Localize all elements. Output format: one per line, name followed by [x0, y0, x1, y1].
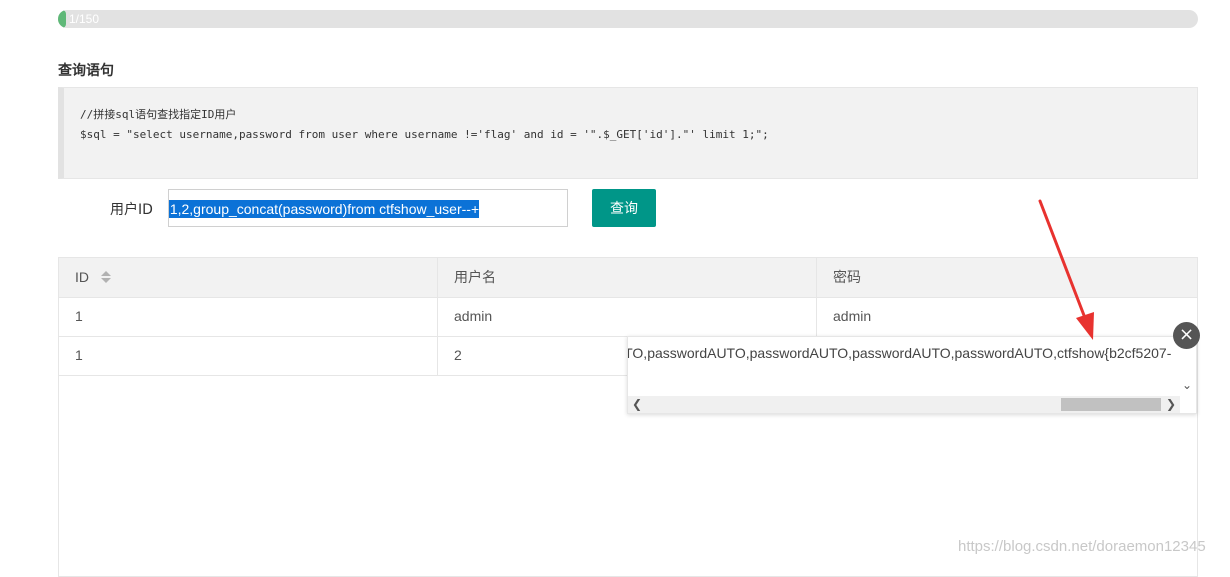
progress-text: 1/150	[69, 12, 100, 26]
table-header: ID 用户名 密码	[59, 258, 1197, 298]
user-id-label: 用户ID	[110, 202, 153, 218]
code-block: //拼接sql语句查找指定ID用户 $sql = "select username…	[58, 87, 1198, 179]
table-cell-id: 1	[59, 336, 438, 375]
watermark: https://blog.csdn.net/doraemon12345	[958, 538, 1206, 555]
user-id-input[interactable]: nion select 1,2,group_concat(password)fr…	[168, 189, 568, 227]
chevron-down-icon[interactable]: ⌄	[1182, 379, 1192, 391]
result-table: ID 用户名 密码 1 admin admin 1 2	[58, 257, 1198, 577]
code-comment-line: //拼接sql语句查找指定ID用户	[80, 108, 237, 121]
column-header-id[interactable]: ID	[59, 258, 438, 297]
table-cell-password: admin	[833, 308, 872, 324]
chevron-right-icon[interactable]: ❯	[1164, 397, 1178, 412]
code-sql-line: $sql = "select username,password from us…	[80, 128, 769, 141]
column-header-label: ID	[75, 269, 89, 285]
progress-bar: 1/150	[58, 10, 1198, 28]
cell-expand-popup: UTO,passwordAUTO,passwordAUTO,passwordAU…	[627, 336, 1197, 414]
table-row: 1 admin admin	[59, 297, 1197, 337]
popup-content: UTO,passwordAUTO,passwordAUTO,passwordAU…	[628, 345, 1178, 361]
popup-text: UTO,passwordAUTO,passwordAUTO,passwordAU…	[628, 345, 1172, 361]
sort-icon[interactable]	[100, 271, 111, 284]
close-icon[interactable]: ×	[1173, 322, 1200, 349]
column-header-username: 用户名	[438, 258, 817, 297]
horizontal-scrollbar[interactable]: ❮ ❯	[628, 396, 1180, 413]
progress-fill	[58, 10, 66, 28]
input-selected-text[interactable]: nion select 1,2,group_concat(password)fr…	[169, 200, 480, 218]
column-header-password: 密码	[833, 269, 861, 285]
query-button[interactable]: 查询	[592, 189, 656, 227]
section-title: 查询语句	[58, 63, 114, 79]
scrollbar-thumb[interactable]	[1061, 398, 1161, 411]
table-cell-username: admin	[438, 297, 817, 336]
chevron-left-icon[interactable]: ❮	[630, 397, 644, 412]
table-cell-id: 1	[59, 297, 438, 336]
